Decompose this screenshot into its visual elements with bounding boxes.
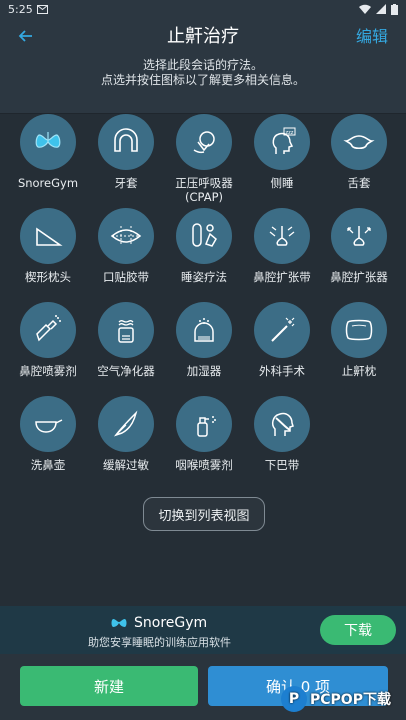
remedy-mouth-tape[interactable]: 口贴胶带 <box>87 208 165 284</box>
positional-therapy-icon <box>192 223 217 247</box>
nasal-spray-icon <box>36 315 61 342</box>
svg-text:zzz: zzz <box>286 130 294 136</box>
instructions-line-1: 选择此段会话的疗法。 <box>142 58 263 72</box>
chin-strap-icon <box>271 412 294 436</box>
remedy-nasal-strip[interactable]: 鼻腔扩张带 <box>243 208 321 284</box>
instructions: 选择此段会话的疗法。 点选并按住图标以了解更多相关信息。 <box>0 58 406 88</box>
promo-title: SnoreGym <box>110 615 207 631</box>
snoregym-promo-banner: SnoreGym 助您安享睡眠的训练应用软件 下载 <box>0 606 406 654</box>
watermark-logo-icon: P <box>281 686 307 712</box>
remedy-throat-spray[interactable]: 咽喉喷雾剂 <box>165 396 243 472</box>
remedy-label: 正压呼吸器 (CPAP) <box>175 176 233 204</box>
neti-pot-icon <box>35 419 63 433</box>
remedy-grid: SnoreGym 牙套 正压呼吸器 (CPAP) zzz 侧睡 舌套 楔形枕头 … <box>0 114 406 606</box>
remedy-label: 空气净化器 <box>97 364 155 378</box>
remedy-label: SnoreGym <box>17 176 79 190</box>
remedy-surgery[interactable]: 外科手术 <box>243 302 321 378</box>
download-button[interactable]: 下载 <box>320 615 396 645</box>
remedy-label: 止鼾枕 <box>341 364 377 378</box>
remedy-label: 加湿器 <box>186 364 222 378</box>
status-bar: 5:25 <box>0 0 406 18</box>
allergy-feather-icon <box>113 410 138 437</box>
anti-snore-pillow-icon <box>345 319 373 341</box>
snoregym-lungs-icon <box>111 617 127 627</box>
remedy-label: 洗鼻壶 <box>30 458 66 472</box>
remedy-mouthguard[interactable]: 牙套 <box>87 114 165 190</box>
remedy-label: 侧睡 <box>270 176 294 190</box>
remedy-label: 牙套 <box>114 176 138 190</box>
mouth-tape-icon <box>110 226 142 246</box>
remedy-label: 鼻腔扩张带 <box>253 270 311 284</box>
remedy-label: 咽喉喷雾剂 <box>175 458 233 472</box>
snoregym-lungs-icon <box>35 132 61 148</box>
humidifier-icon <box>194 318 214 342</box>
nasal-strip-icon <box>269 226 295 246</box>
promo-app-name: SnoreGym <box>134 615 208 631</box>
remedy-nasal-dilator[interactable]: 鼻腔扩张器 <box>320 208 398 284</box>
remedy-allergy[interactable]: 缓解过敏 <box>87 396 165 472</box>
remedy-humidifier[interactable]: 加湿器 <box>165 302 243 378</box>
air-purifier-icon <box>118 320 134 343</box>
app-header: 止鼾治疗 编辑 选择此段会话的疗法。 点选并按住图标以了解更多相关信息。 <box>0 18 406 114</box>
remedy-positional-therapy[interactable]: 睡姿疗法 <box>165 208 243 284</box>
signal-icon <box>376 4 386 14</box>
status-time: 5:25 <box>8 2 33 16</box>
remedy-label: 楔形枕头 <box>25 270 71 284</box>
watermark-text: PCPOP下载 <box>310 692 391 708</box>
promo-description: 助您安享睡眠的训练应用软件 <box>88 636 231 649</box>
battery-icon <box>391 3 398 15</box>
throat-spray-icon <box>197 416 216 437</box>
remedy-label: 舌套 <box>347 176 371 190</box>
remedy-label: 口贴胶带 <box>103 270 149 284</box>
remedy-chin-strap[interactable]: 下巴带 <box>243 396 321 472</box>
gmail-icon <box>36 4 48 14</box>
remedy-anti-snore-pillow[interactable]: 止鼾枕 <box>320 302 398 378</box>
cpap-mask-icon <box>193 131 215 154</box>
remedy-nasal-spray[interactable]: 鼻腔喷雾剂 <box>9 302 87 378</box>
remedy-air-purifier[interactable]: 空气净化器 <box>87 302 165 378</box>
watermark: P PCPOP下载 <box>281 686 391 712</box>
mouthguard-icon <box>114 128 138 152</box>
remedy-label: 睡姿疗法 <box>181 270 227 284</box>
remedy-snoregym[interactable]: SnoreGym <box>9 114 87 190</box>
surgery-wand-icon <box>271 317 295 342</box>
remedy-neti-pot[interactable]: 洗鼻壶 <box>9 396 87 472</box>
tongue-retainer-icon <box>343 135 375 150</box>
page-title: 止鼾治疗 <box>167 26 239 47</box>
remedy-label: 鼻腔喷雾剂 <box>19 364 77 378</box>
edit-button[interactable]: 编辑 <box>356 23 388 47</box>
new-button[interactable]: 新建 <box>20 666 198 706</box>
remedy-cpap[interactable]: 正压呼吸器 (CPAP) <box>165 114 243 204</box>
remedy-label: 缓解过敏 <box>103 458 149 472</box>
remedy-label: 外科手术 <box>259 364 305 378</box>
instructions-line-2: 点选并按住图标以了解更多相关信息。 <box>100 73 305 87</box>
side-sleep-head-icon: zzz <box>272 127 296 154</box>
remedy-tongue-retainer[interactable]: 舌套 <box>320 114 398 190</box>
remedy-label: 下巴带 <box>264 458 300 472</box>
switch-to-list-view-button[interactable]: 切换到列表视图 <box>143 497 265 531</box>
nasal-dilator-icon <box>347 226 371 246</box>
wedge-pillow-icon <box>36 227 63 246</box>
remedy-wedge-pillow[interactable]: 楔形枕头 <box>9 208 87 284</box>
remedy-side-sleep[interactable]: zzz 侧睡 <box>243 114 321 190</box>
wifi-icon <box>359 4 371 14</box>
remedy-label: 鼻腔扩张器 <box>330 270 388 284</box>
